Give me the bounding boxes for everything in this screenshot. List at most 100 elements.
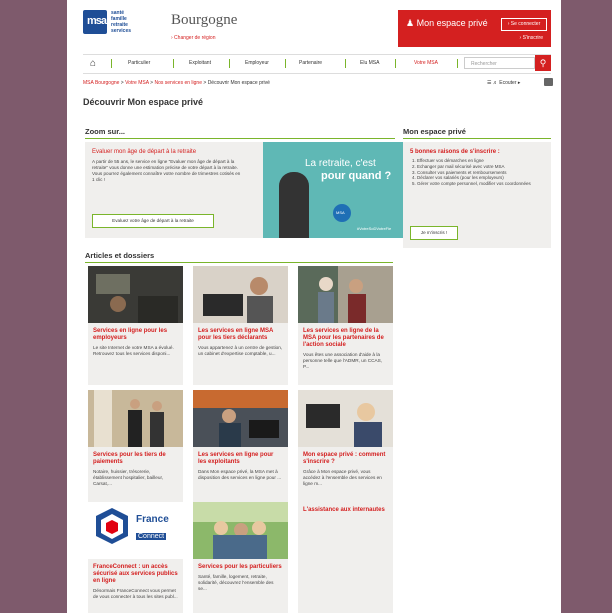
search-icon: ⚲	[539, 58, 547, 68]
article-excerpt: Notaire, huissier, trésorerie, établisse…	[93, 469, 164, 486]
article-title[interactable]: L'assistance aux internautes	[303, 507, 388, 514]
section-divider	[85, 138, 395, 139]
article-title[interactable]: Les services en ligne pour les exploitan…	[198, 452, 283, 466]
logo-text: msa	[87, 15, 107, 27]
article-body: L'assistance aux internautes	[298, 502, 393, 613]
article-image	[88, 390, 183, 447]
laptop-photo	[193, 266, 288, 323]
meeting-photo	[88, 390, 183, 447]
search-button[interactable]: ⚲	[535, 55, 551, 71]
zoom-title[interactable]: Evaluer mon âge de départ à la retraite	[92, 149, 196, 155]
breadcrumb-item[interactable]: Nos services en ligne	[154, 80, 202, 86]
home-visit-photo	[298, 266, 393, 323]
office-photo	[88, 266, 183, 323]
article-title[interactable]: FranceConnect : un accès sécurisé aux se…	[93, 564, 178, 585]
article-excerpt: Le site Internet de votre MSA a évolué. …	[93, 345, 174, 356]
connect-button[interactable]: › Se connecter	[501, 18, 547, 31]
register-link[interactable]: › S'inscrire	[520, 35, 543, 41]
article-card-employeurs[interactable]: Services en ligne pour les employeurs Le…	[88, 266, 183, 385]
article-title[interactable]: Les services en ligne MSA pour les tiers…	[198, 328, 283, 342]
article-body: FranceConnect : un accès sécurisé aux se…	[88, 559, 183, 613]
nav-separator	[173, 59, 174, 68]
page: msa santé famille retraite services Bour…	[67, 0, 561, 613]
franceconnect-word: Connect	[136, 533, 167, 540]
article-card-particuliers[interactable]: Services pour les particuliers Santé, fa…	[193, 502, 288, 613]
article-card-exploitants[interactable]: Les services en ligne pour les exploitan…	[193, 390, 288, 509]
article-excerpt: Vous appartenez à un centre de gestion, …	[198, 345, 283, 356]
retirement-promo-image[interactable]: La retraite, c'est pour quand ? MSA #Vot…	[263, 142, 403, 238]
article-body: Services pour les particuliers Santé, fa…	[193, 559, 288, 613]
listen-tool[interactable]: ☰ ♬ Ecouter ▸	[487, 80, 520, 86]
tagline-line: services	[111, 28, 132, 34]
article-image	[193, 390, 288, 447]
nav-separator	[111, 59, 112, 68]
article-card-action-sociale[interactable]: Les services en ligne de la MSA pour les…	[298, 266, 393, 385]
article-excerpt: Désormais FranceConnect vous permet de v…	[93, 588, 178, 599]
article-card-comment-inscrire[interactable]: Mon espace privé : comment s'inscrire ? …	[298, 390, 393, 509]
badge-text: MSA	[336, 210, 345, 215]
msa-badge: MSA	[333, 204, 351, 222]
print-icon[interactable]	[544, 78, 553, 86]
article-excerpt: Dans Mon espace privé, la MSA met à disp…	[198, 469, 282, 480]
evaluate-age-button[interactable]: Evaluez votre âge de départ à la retrait…	[92, 214, 214, 228]
computer-user-photo	[298, 390, 393, 447]
article-body: Les services en ligne MSA pour les tiers…	[193, 323, 288, 385]
family-photo	[193, 502, 288, 559]
espace-prive-title: ♟ Mon espace privé	[406, 18, 488, 29]
article-body: Les services en ligne pour les exploitan…	[193, 447, 288, 509]
user-icon: ♟	[406, 18, 415, 28]
article-image	[298, 266, 393, 323]
article-title[interactable]: Services pour les particuliers	[198, 564, 283, 571]
person-illustration	[279, 172, 309, 238]
article-card-tiers-declarants[interactable]: Les services en ligne MSA pour les tiers…	[193, 266, 288, 385]
reasons-list: Effectuer vos démarches en ligne Echange…	[409, 158, 547, 187]
franceconnect-wordmark: France Connect	[136, 514, 180, 543]
article-card-assistance[interactable]: L'assistance aux internautes	[298, 502, 393, 613]
nav-item-partenaire[interactable]: Partenaire	[299, 60, 322, 66]
workshop-photo	[193, 390, 288, 447]
nav-separator	[345, 59, 346, 68]
msa-logo[interactable]: msa	[83, 10, 107, 34]
zoom-text: A partir de 55 ans, le service en ligne …	[92, 159, 241, 182]
region-name: Bourgogne	[171, 12, 238, 28]
promo-hashtag: #VotreSoDVotreFie	[357, 226, 392, 231]
article-title[interactable]: Mon espace privé : comment s'inscrire ?	[303, 452, 388, 466]
article-image	[193, 502, 288, 559]
articles-section-title: Articles et dossiers	[85, 251, 155, 260]
nav-separator	[285, 59, 286, 68]
article-body: Services en ligne pour les employeurs Le…	[88, 323, 183, 385]
breadcrumb: MSA Bourgogne > Votre MSA > Nos services…	[83, 80, 270, 86]
zoom-card: Evaluer mon âge de départ à la retraite …	[85, 142, 403, 238]
nav-item-exploitant[interactable]: Exploitant	[189, 60, 211, 66]
section-divider	[85, 262, 393, 263]
search-input[interactable]: Rechercher	[464, 57, 535, 69]
article-title[interactable]: Services pour les tiers de paiements	[93, 452, 178, 466]
nav-item-particulier[interactable]: Particulier	[128, 60, 150, 66]
breadcrumb-item[interactable]: Votre MSA	[125, 80, 149, 86]
article-title[interactable]: Les services en ligne de la MSA pour les…	[303, 328, 388, 349]
breadcrumb-current: Découvrir Mon espace privé	[207, 80, 270, 86]
nav-item-elu-msa[interactable]: Elu MSA	[360, 60, 379, 66]
article-card-franceconnect[interactable]: France Connect FranceConnect : un accès …	[88, 502, 183, 613]
breadcrumb-item[interactable]: MSA Bourgogne	[83, 80, 119, 86]
article-card-tiers-paiements[interactable]: Services pour les tiers de paiements Not…	[88, 390, 183, 509]
change-region-link[interactable]: › Changer de région	[171, 35, 215, 41]
speaker-icon: ♬	[492, 80, 498, 86]
section-divider	[403, 138, 551, 139]
promo-line-2: pour quand ?	[321, 170, 392, 182]
reason-item: Gérer votre compte personnel, modifier v…	[417, 181, 547, 187]
home-icon[interactable]: ⌂	[90, 58, 96, 69]
play-icon: ▸	[517, 80, 521, 86]
article-title[interactable]: Services en ligne pour les employeurs	[93, 328, 178, 342]
nav-item-employeur[interactable]: Employeur	[245, 60, 269, 66]
register-button[interactable]: Je m'inscris !	[410, 226, 458, 240]
espace-prive-label: Mon espace privé	[416, 18, 488, 28]
article-excerpt: Vous êtes une association d'aide à la pe…	[303, 352, 383, 369]
listen-label: Ecouter	[499, 80, 517, 86]
espace-prive-panel: ♟ Mon espace privé › Se connecter › S'in…	[398, 10, 551, 47]
logo-tagline: santé famille retraite services	[111, 10, 165, 34]
article-image	[298, 390, 393, 447]
nav-separator	[229, 59, 230, 68]
nav-item-votre-msa[interactable]: Votre MSA	[414, 60, 438, 66]
article-excerpt: Santé, famille, logement, retraite, soli…	[198, 574, 274, 591]
